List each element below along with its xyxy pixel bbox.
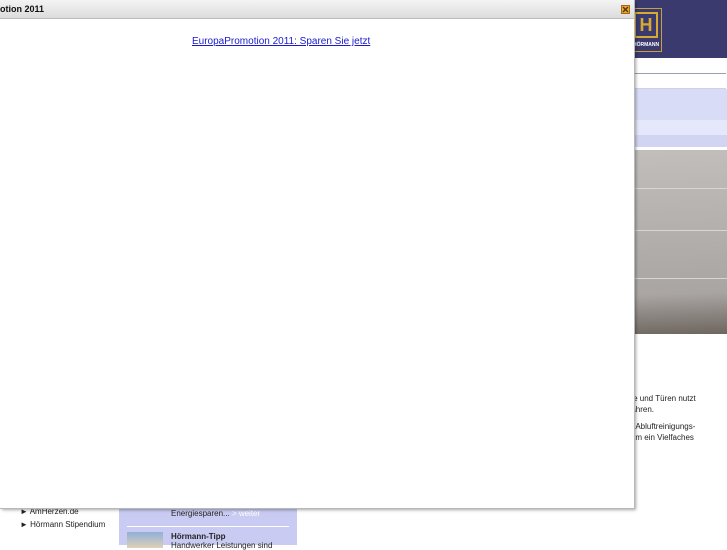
close-button[interactable] (621, 5, 630, 14)
close-icon (622, 6, 629, 13)
promotion-modal: otion 2011 EuropaPromotion 2011: Sparen … (0, 0, 634, 508)
europa-promotion-link[interactable]: EuropaPromotion 2011: Sparen Sie jetzt (192, 36, 370, 48)
logo-text: HÖRMANN (633, 42, 660, 48)
nav-link-amherzen[interactable]: ► AmHerzen.de (20, 507, 79, 516)
teaser-box: Energiesparen... > weiter Hörmann-Tipp H… (119, 503, 297, 550)
tip-text: Handwerker Leistungen sind (171, 541, 273, 550)
teaser-line: Energiesparen... > weiter (171, 509, 260, 518)
tip-thumbnail (127, 532, 163, 548)
teaser-text: Energiesparen... (171, 509, 230, 518)
teaser-more-link[interactable]: > weiter (232, 509, 260, 518)
modal-title: otion 2011 (0, 4, 45, 14)
left-nav: ► AmHerzen.de ► Hörmann Stipendium (0, 503, 116, 545)
logo-mark-icon: H (634, 12, 658, 38)
teaser-divider (127, 526, 289, 527)
tip-title: Hörmann-Tipp (171, 532, 226, 541)
hoermann-logo[interactable]: H HÖRMANN (630, 8, 662, 52)
nav-link-stipendium[interactable]: ► Hörmann Stipendium (20, 520, 105, 529)
modal-titlebar: otion 2011 (0, 0, 634, 19)
